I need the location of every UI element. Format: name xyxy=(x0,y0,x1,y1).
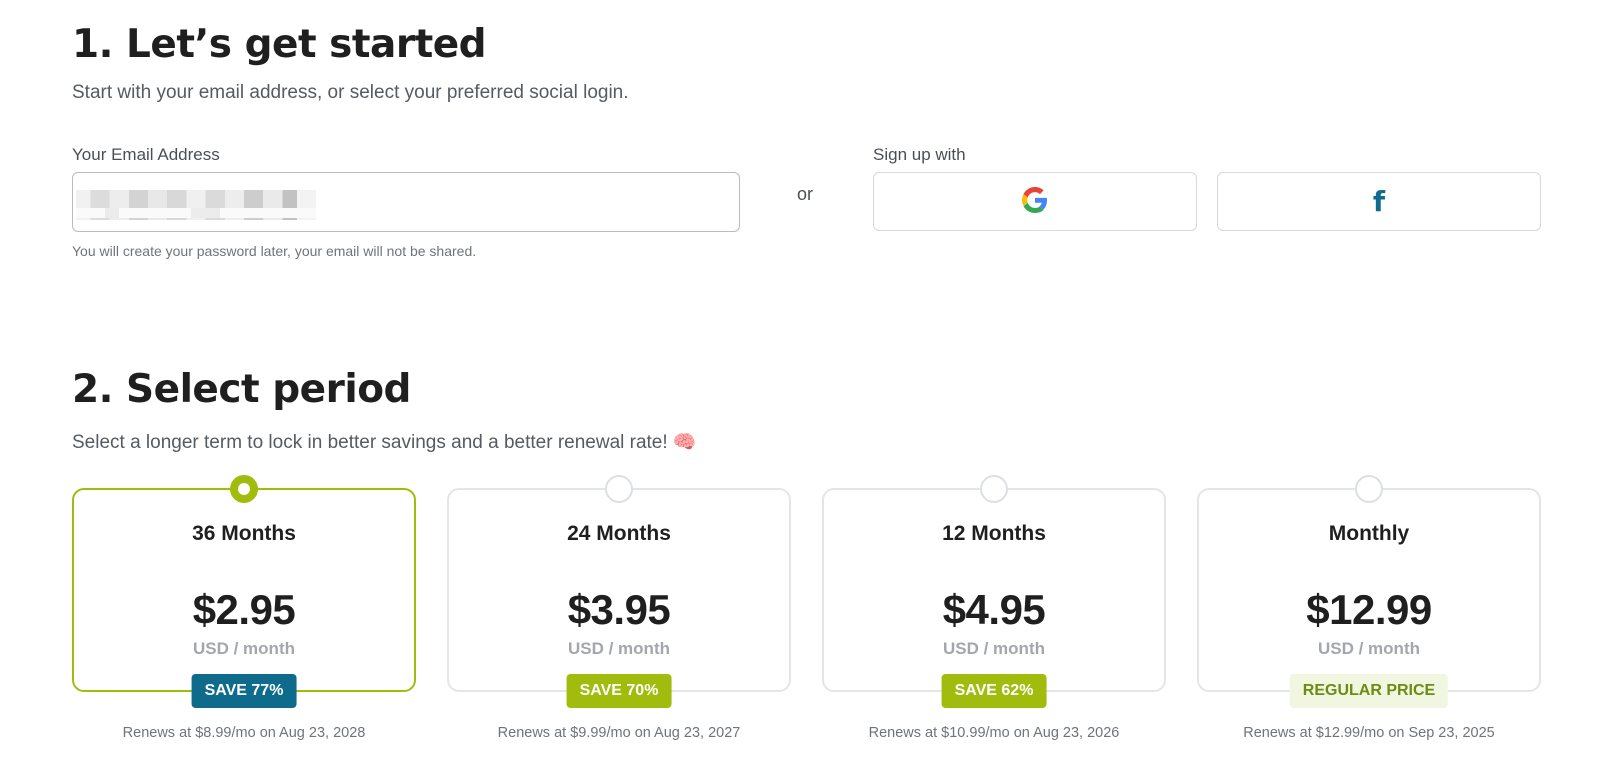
plan-card-12-months[interactable]: 12 Months $4.95 USD / month SAVE 62% xyxy=(822,475,1166,708)
plan-price: $2.95 xyxy=(192,586,296,633)
section-subtitle-select-period: Select a longer term to lock in better s… xyxy=(72,432,697,453)
section-title-get-started: 1. Let’s get started xyxy=(72,22,487,67)
plan-card-24-months[interactable]: 24 Months $3.95 USD / month SAVE 70% xyxy=(447,475,791,708)
plan-radio-12-months[interactable] xyxy=(980,475,1008,503)
plan-price: $3.95 xyxy=(567,586,671,633)
savings-badge: SAVE 77% xyxy=(191,674,297,708)
plan-unit: USD / month xyxy=(568,639,670,658)
plan-price: $4.95 xyxy=(942,586,1046,633)
plan-price: $12.99 xyxy=(1306,586,1432,633)
signup-with-label: Sign up with xyxy=(873,145,966,164)
email-field[interactable] xyxy=(72,172,740,232)
plan-name: 36 Months xyxy=(192,522,296,545)
savings-badge: SAVE 62% xyxy=(941,674,1047,708)
plan-unit: USD / month xyxy=(193,639,295,658)
plan-name: 12 Months xyxy=(942,522,1046,545)
section-subtitle-get-started: Start with your email address, or select… xyxy=(72,82,629,103)
plan-unit: USD / month xyxy=(1318,639,1420,658)
plan-radio-monthly[interactable] xyxy=(1355,475,1383,503)
email-label: Your Email Address xyxy=(72,145,220,164)
regular-price-badge: REGULAR PRICE xyxy=(1289,674,1449,708)
plan-card-36-months[interactable]: 36 Months $2.95 USD / month SAVE 77% xyxy=(72,475,416,708)
or-divider: or xyxy=(797,184,814,204)
facebook-signup-button[interactable]: f xyxy=(1217,172,1541,231)
facebook-icon: f xyxy=(1372,184,1386,218)
plan-card-monthly[interactable]: Monthly $12.99 USD / month REGULAR PRICE xyxy=(1197,475,1541,708)
google-icon xyxy=(1022,187,1048,216)
google-signup-button[interactable] xyxy=(873,172,1197,231)
plan-name: 24 Months xyxy=(567,522,671,545)
section-title-select-period: 2. Select period xyxy=(72,367,411,412)
renewal-text-monthly: Renews at $12.99/mo on Sep 23, 2025 xyxy=(1243,725,1495,741)
plan-radio-24-months[interactable] xyxy=(605,475,633,503)
renewal-text-24-months: Renews at $9.99/mo on Aug 23, 2027 xyxy=(497,725,741,741)
plan-unit: USD / month xyxy=(943,639,1045,658)
email-hint: You will create your password later, you… xyxy=(72,243,477,259)
plan-name: Monthly xyxy=(1328,522,1410,545)
renewal-text-12-months: Renews at $10.99/mo on Aug 23, 2026 xyxy=(868,725,1120,741)
plan-radio-36-months[interactable] xyxy=(230,475,258,503)
renewal-text-36-months: Renews at $8.99/mo on Aug 23, 2028 xyxy=(122,725,366,741)
savings-badge: SAVE 70% xyxy=(566,674,672,708)
